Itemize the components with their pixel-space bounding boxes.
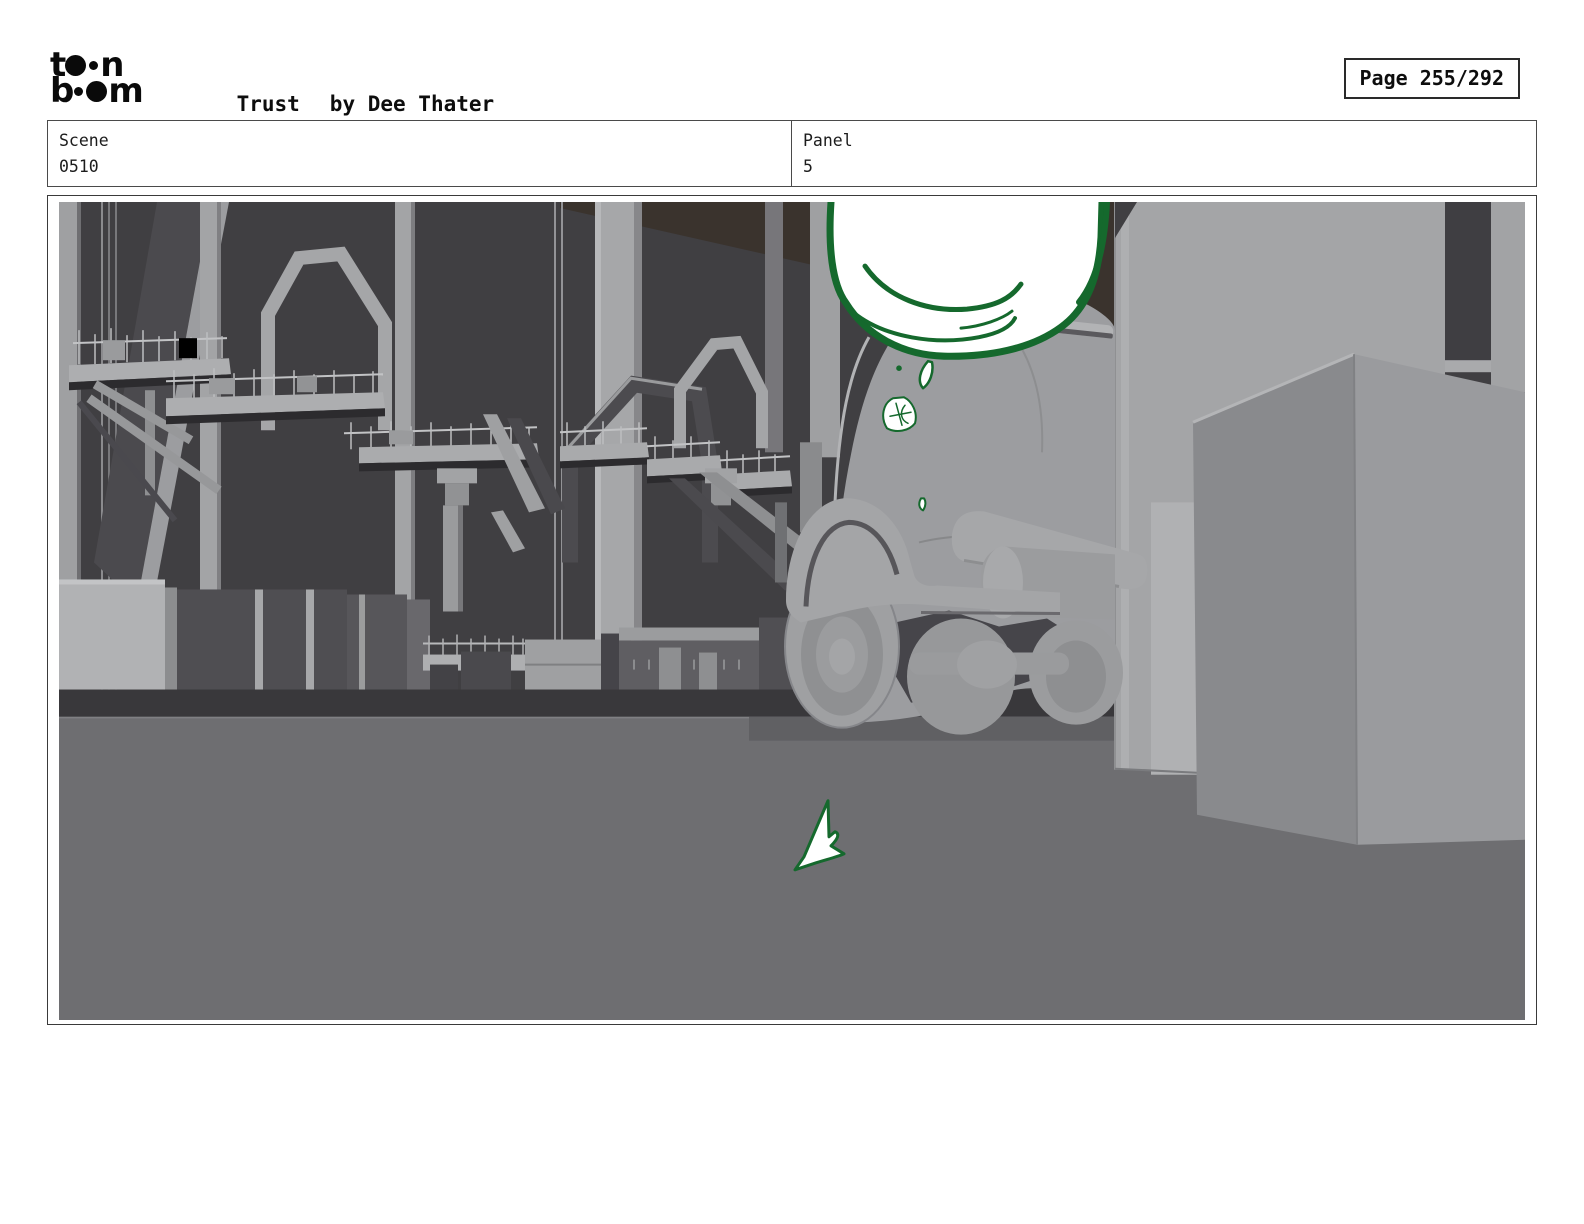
storyboard-page: t n b m Trust by Dee Thater Page 255/292 …	[0, 0, 1584, 1224]
panel-cell: Panel 5	[792, 121, 1536, 186]
toonboom-logo: t n b m	[50, 48, 180, 114]
title-text: Trust	[236, 92, 300, 116]
cargo-box	[1192, 352, 1525, 845]
logo-dot-icon	[74, 86, 84, 96]
logo-line-2: b m	[50, 71, 180, 111]
scene-label: Scene	[59, 131, 109, 150]
storyboard-panel-image	[59, 202, 1525, 1020]
author-text: by Dee Thater	[329, 92, 495, 116]
storyboard-panel-frame	[47, 195, 1537, 1025]
logo-dot-icon	[86, 80, 108, 102]
logo-letter: m	[108, 71, 143, 111]
panel-label: Panel	[803, 131, 853, 150]
scene-panel-table: Scene 0510 Panel 5	[47, 120, 1537, 187]
logo-letter: b	[50, 71, 74, 111]
scene-cell: Scene 0510	[48, 121, 792, 186]
scene-value: 0510	[59, 157, 99, 176]
panel-value: 5	[803, 157, 813, 176]
page-indicator: Page 255/292	[1343, 58, 1520, 99]
logo-dot-icon	[89, 60, 99, 70]
